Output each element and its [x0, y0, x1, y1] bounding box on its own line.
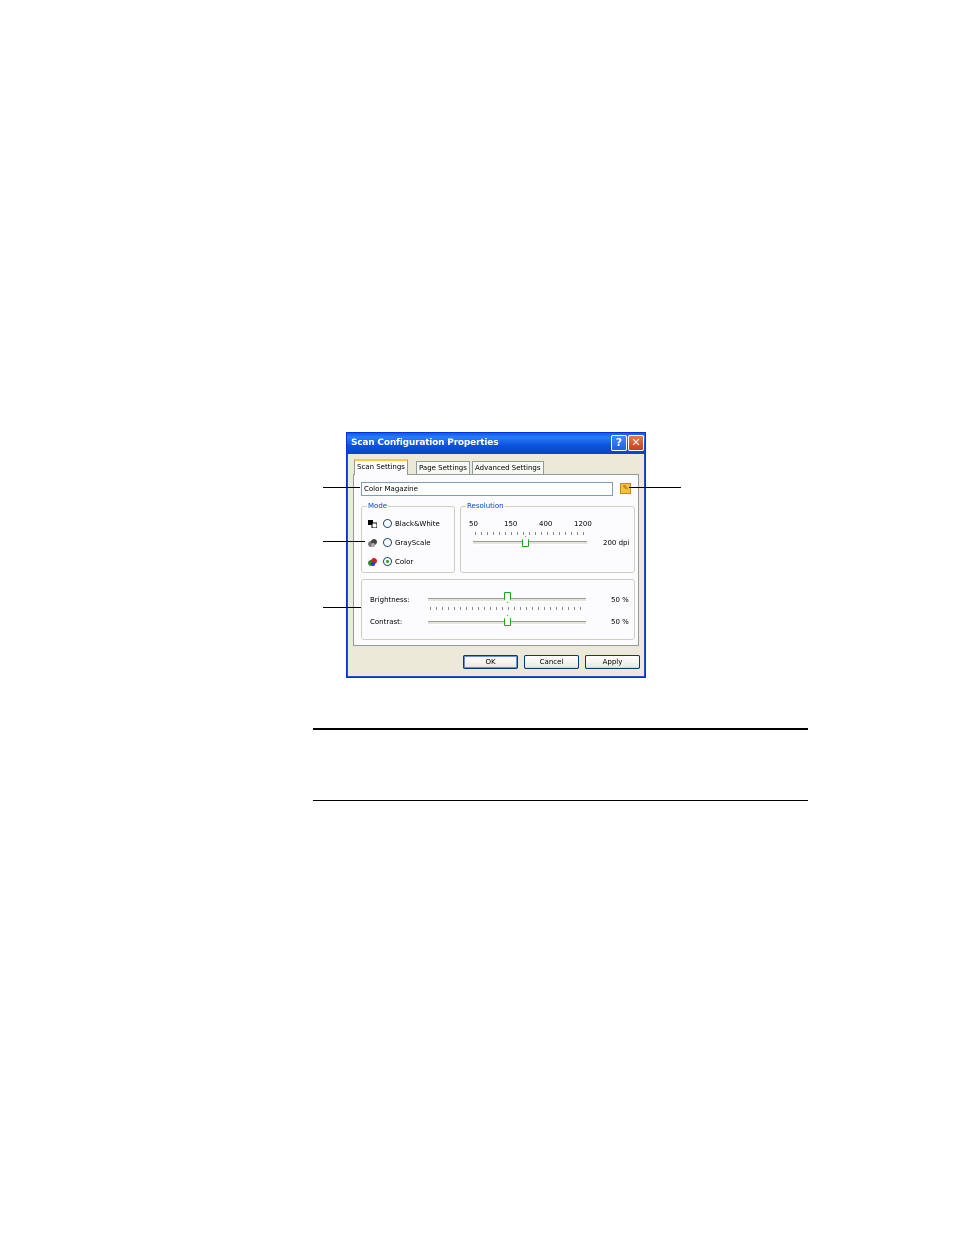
resolution-mark-1200: 1200: [574, 520, 592, 528]
brightness-value: 50 %: [611, 596, 629, 604]
callout-line-mode: [323, 541, 365, 542]
resolution-ticks: [475, 532, 587, 535]
scan-configuration-dialog: Scan Configuration Properties ? ✕ Scan S…: [346, 432, 646, 678]
color-radio[interactable]: [383, 557, 392, 566]
tab-advanced-settings[interactable]: Advanced Settings: [472, 461, 544, 474]
configuration-name-field[interactable]: Color Magazine: [361, 482, 613, 496]
cancel-button[interactable]: Cancel: [524, 655, 579, 669]
close-icon[interactable]: ✕: [628, 435, 644, 451]
top-rule: [313, 728, 808, 730]
bottom-rule: [313, 800, 808, 801]
mode-group: Mode Black&White GrayScale Color: [361, 501, 455, 573]
tab-scan-settings[interactable]: Scan Settings: [354, 459, 408, 475]
window-title: Scan Configuration Properties: [351, 438, 499, 448]
apply-button[interactable]: Apply: [585, 655, 640, 669]
tab-page-settings[interactable]: Page Settings: [416, 461, 470, 474]
callout-line-adjustments: [323, 607, 361, 608]
contrast-slider-thumb[interactable]: [504, 615, 511, 626]
color-label: Color: [395, 558, 414, 566]
callout-line-name-field: [323, 487, 360, 488]
grayscale-label: GrayScale: [395, 539, 431, 547]
ok-button[interactable]: OK: [463, 655, 518, 669]
scan-settings-panel: Color Magazine ✎ Mode Black&White GraySc…: [353, 474, 639, 646]
title-bar[interactable]: Scan Configuration Properties ? ✕: [347, 433, 645, 454]
black-white-label: Black&White: [395, 520, 440, 528]
slider-ticks: [430, 607, 586, 610]
mode-legend: Mode: [367, 501, 389, 511]
adjustments-group: Brightness: 50 % Contrast: 50 %: [361, 579, 635, 640]
edit-folder-icon[interactable]: ✎: [620, 483, 631, 494]
resolution-slider-track[interactable]: [473, 541, 587, 545]
callout-line-edit-icon: [629, 487, 681, 488]
resolution-value: 200 dpi: [603, 539, 630, 547]
contrast-value: 50 %: [611, 618, 629, 626]
color-icon: [368, 558, 377, 566]
brightness-label: Brightness:: [370, 596, 410, 604]
resolution-slider-thumb[interactable]: [522, 536, 529, 547]
resolution-legend: Resolution: [466, 501, 505, 511]
grayscale-icon: [368, 539, 377, 547]
help-icon[interactable]: ?: [611, 435, 627, 451]
resolution-mark-50: 50: [469, 520, 478, 528]
resolution-mark-400: 400: [539, 520, 553, 528]
black-white-icon: [368, 520, 377, 528]
contrast-label: Contrast:: [370, 618, 403, 626]
resolution-mark-150: 150: [504, 520, 518, 528]
grayscale-radio[interactable]: [383, 538, 392, 547]
black-white-radio[interactable]: [383, 519, 392, 528]
resolution-group: Resolution 50 150 400 1200 200 dpi: [460, 501, 635, 573]
